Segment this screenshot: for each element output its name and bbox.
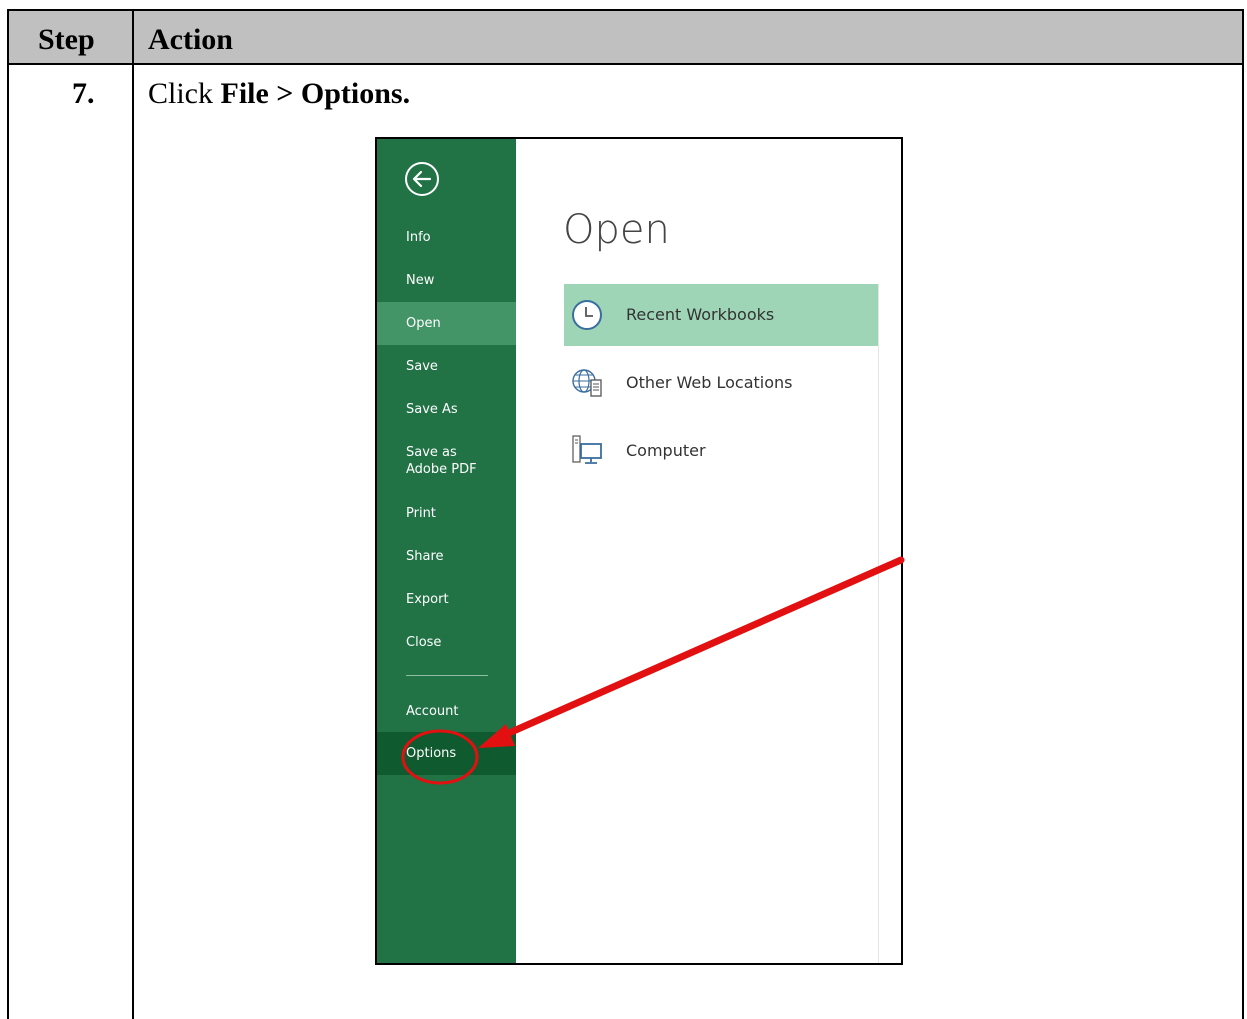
location-other-web-locations[interactable]: Other Web Locations: [564, 352, 878, 414]
backstage-nav: Info New Open Save Save As Save as Adobe…: [377, 139, 516, 963]
nav-item-account[interactable]: Account: [377, 690, 516, 733]
globe-server-icon: [572, 369, 602, 397]
nav-item-share[interactable]: Share: [377, 535, 516, 578]
location-label: Other Web Locations: [626, 373, 793, 392]
back-arrow-circle-icon[interactable]: [404, 161, 440, 197]
nav-item-print[interactable]: Print: [377, 492, 516, 535]
page-title: Open: [563, 207, 670, 253]
nav-item-open[interactable]: Open: [377, 302, 516, 345]
step-instruction: Click File > Options.: [148, 77, 410, 111]
header-action: Action: [148, 23, 233, 56]
nav-item-export[interactable]: Export: [377, 578, 516, 621]
nav-item-new[interactable]: New: [377, 259, 516, 302]
step-number: 7.: [72, 77, 95, 110]
excel-backstage-screenshot: Info New Open Save Save As Save as Adobe…: [375, 137, 903, 965]
nav-item-save-as[interactable]: Save As: [377, 388, 516, 431]
clock-icon: [572, 300, 602, 330]
panel-divider: [878, 284, 879, 963]
location-label: Recent Workbooks: [626, 305, 775, 324]
computer-icon: [572, 435, 602, 464]
instruction-prefix: Click: [148, 77, 221, 110]
nav-item-options[interactable]: Options: [377, 732, 516, 775]
column-divider: [132, 11, 134, 1019]
instruction-bold: File > Options.: [220, 77, 411, 110]
location-label: Computer: [626, 441, 706, 460]
nav-item-save[interactable]: Save: [377, 345, 516, 388]
location-recent-workbooks[interactable]: Recent Workbooks: [564, 284, 878, 346]
location-computer[interactable]: Computer: [564, 420, 878, 482]
nav-item-info[interactable]: Info: [377, 216, 516, 259]
nav-separator: [406, 675, 488, 676]
nav-item-save-as-adobe-pdf[interactable]: Save as Adobe PDF: [377, 439, 497, 483]
header-step: Step: [38, 23, 95, 56]
nav-item-close[interactable]: Close: [377, 621, 516, 664]
